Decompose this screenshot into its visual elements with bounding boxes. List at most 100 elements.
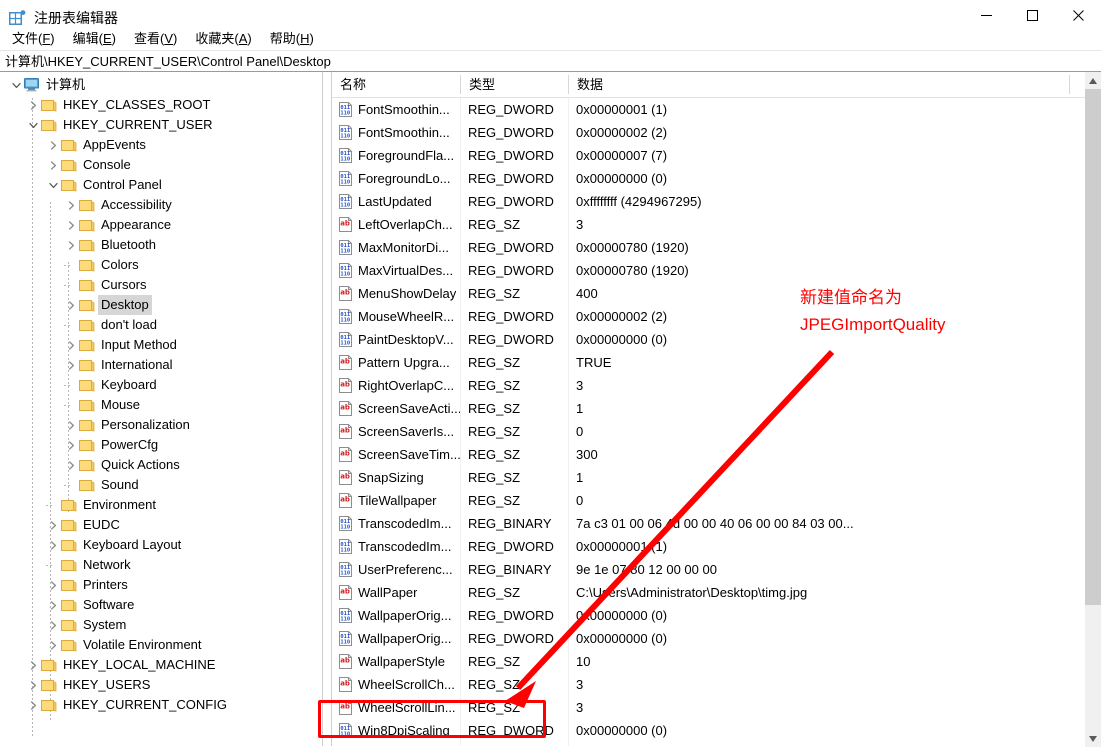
menu-item-1[interactable]: 文件(F)	[6, 29, 61, 49]
tree-node-system[interactable]: System	[0, 615, 322, 635]
value-row[interactable]: ab WallPaper REG_SZ C:\Users\Administrator\…	[332, 581, 1086, 604]
value-row[interactable]: 011 110 WallpaperOrig... REG_DWORD 0x0000000…	[332, 604, 1086, 627]
chevron-right-icon[interactable]	[45, 595, 61, 615]
tree-node-cursors[interactable]: Cursors	[0, 275, 322, 295]
tree-node-hkey-classes-root[interactable]: HKEY_CLASSES_ROOT	[0, 95, 322, 115]
chevron-right-icon[interactable]	[63, 295, 79, 315]
value-row[interactable]: ab SnapSizing REG_SZ 1	[332, 466, 1086, 489]
chevron-right-icon[interactable]	[45, 135, 61, 155]
chevron-right-icon[interactable]	[45, 515, 61, 535]
value-row[interactable]: 011 110 UserPreferenc... REG_BINARY 9e 1e 07…	[332, 558, 1086, 581]
menu-item-3[interactable]: 查看(V)	[128, 29, 183, 49]
tree-node-console[interactable]: Console	[0, 155, 322, 175]
chevron-right-icon[interactable]	[25, 675, 41, 695]
tree-node-printers[interactable]: Printers	[0, 575, 322, 595]
menu-item-4[interactable]: 收藏夹(A)	[189, 29, 257, 49]
pane-splitter[interactable]	[322, 72, 332, 746]
tree-node-personalization[interactable]: Personalization	[0, 415, 322, 435]
tree-node-计算机[interactable]: 计算机	[0, 75, 322, 95]
menu-item-5[interactable]: 帮助(H)	[264, 29, 320, 49]
tree-node-control-panel[interactable]: Control Panel	[0, 175, 322, 195]
chevron-down-icon[interactable]	[25, 115, 41, 135]
scroll-down-arrow-icon[interactable]	[1085, 730, 1101, 747]
value-row[interactable]: ab WheelScrollCh... REG_SZ 3	[332, 673, 1086, 696]
chevron-right-icon[interactable]	[45, 615, 61, 635]
value-row[interactable]: 011 110 WallpaperOrig... REG_DWORD 0x0000000…	[332, 627, 1086, 650]
tree-node-bluetooth[interactable]: Bluetooth	[0, 235, 322, 255]
chevron-right-icon[interactable]	[25, 655, 41, 675]
registry-tree-pane[interactable]: 计算机 HKEY_CLASSES_ROOT HKEY_CURRENT_USER App…	[0, 72, 322, 746]
chevron-right-icon[interactable]	[63, 235, 79, 255]
tree-node-desktop[interactable]: Desktop	[0, 295, 322, 315]
value-row[interactable]: ab ScreenSaverIs... REG_SZ 0	[332, 420, 1086, 443]
tree-node-keyboard-layout[interactable]: Keyboard Layout	[0, 535, 322, 555]
value-row[interactable]: 011 110 LastUpdated REG_DWORD 0xffffffff (42…	[332, 190, 1086, 213]
scrollbar-thumb[interactable]	[1085, 89, 1101, 605]
maximize-button[interactable]	[1009, 0, 1055, 30]
value-row[interactable]: abWindowArrang...REG_SZ1	[332, 742, 1086, 746]
value-row[interactable]: ab LeftOverlapCh... REG_SZ 3	[332, 213, 1086, 236]
chevron-right-icon[interactable]	[25, 95, 41, 115]
chevron-right-icon[interactable]	[63, 435, 79, 455]
value-row[interactable]: 011 110 TranscodedIm... REG_DWORD 0x00000001…	[332, 535, 1086, 558]
registry-values-pane[interactable]: 名称 类型 数据 011 110 FontSmoothin... REG_DWORD 0…	[332, 72, 1086, 746]
value-row[interactable]: ab TileWallpaper REG_SZ 0	[332, 489, 1086, 512]
column-divider-3[interactable]	[1069, 75, 1070, 94]
value-row[interactable]: 011 110 MouseWheelR... REG_DWORD 0x00000002 …	[332, 305, 1086, 328]
value-row[interactable]: 011 110 FontSmoothin... REG_DWORD 0x00000001…	[332, 98, 1086, 121]
tree-node-volatile-environment[interactable]: Volatile Environment	[0, 635, 322, 655]
column-header-name[interactable]: 名称	[332, 72, 468, 97]
value-row[interactable]: ab RightOverlapC... REG_SZ 3	[332, 374, 1086, 397]
value-row[interactable]: 011 110 ForegroundLo... REG_DWORD 0x00000000…	[332, 167, 1086, 190]
value-row[interactable]: ab ScreenSaveActi... REG_SZ 1	[332, 397, 1086, 420]
minimize-button[interactable]	[963, 0, 1009, 30]
tree-node-input-method[interactable]: Input Method	[0, 335, 322, 355]
chevron-down-icon[interactable]	[45, 175, 61, 195]
value-row[interactable]: ab WallpaperStyle REG_SZ 10	[332, 650, 1086, 673]
tree-node-keyboard[interactable]: Keyboard	[0, 375, 322, 395]
chevron-right-icon[interactable]	[63, 215, 79, 235]
value-row[interactable]: 011 110 TranscodedIm... REG_BINARY 7a c3 01 …	[332, 512, 1086, 535]
chevron-right-icon[interactable]	[45, 635, 61, 655]
chevron-right-icon[interactable]	[63, 455, 79, 475]
tree-node-appevents[interactable]: AppEvents	[0, 135, 322, 155]
tree-node-appearance[interactable]: Appearance	[0, 215, 322, 235]
value-row[interactable]: 011 110 MaxMonitorDi... REG_DWORD 0x00000780…	[332, 236, 1086, 259]
tree-node-network[interactable]: Network	[0, 555, 322, 575]
value-row[interactable]: ab Pattern Upgra... REG_SZ TRUE	[332, 351, 1086, 374]
chevron-down-icon[interactable]	[8, 75, 24, 95]
value-row[interactable]: 011 110 ForegroundFla... REG_DWORD 0x0000000…	[332, 144, 1086, 167]
tree-node-quick-actions[interactable]: Quick Actions	[0, 455, 322, 475]
value-row[interactable]: 011 110 Win8DpiScaling REG_DWORD 0x00000000 …	[332, 719, 1086, 742]
tree-node-colors[interactable]: Colors	[0, 255, 322, 275]
tree-node-hkey-local-machine[interactable]: HKEY_LOCAL_MACHINE	[0, 655, 322, 675]
address-bar[interactable]: 计算机\HKEY_CURRENT_USER\Control Panel\Desk…	[0, 50, 1101, 73]
tree-node-hkey-current-user[interactable]: HKEY_CURRENT_USER	[0, 115, 322, 135]
tree-node-environment[interactable]: Environment	[0, 495, 322, 515]
tree-node-mouse[interactable]: Mouse	[0, 395, 322, 415]
value-row[interactable]: 011 110 FontSmoothin... REG_DWORD 0x00000002…	[332, 121, 1086, 144]
tree-node-hkey-current-config[interactable]: HKEY_CURRENT_CONFIG	[0, 695, 322, 715]
chevron-right-icon[interactable]	[45, 155, 61, 175]
value-row[interactable]: ab MenuShowDelay REG_SZ 400	[332, 282, 1086, 305]
vertical-scrollbar[interactable]	[1085, 72, 1101, 747]
chevron-right-icon[interactable]	[63, 355, 79, 375]
tree-node-don-t-load[interactable]: don't load	[0, 315, 322, 335]
value-row[interactable]: 011 110 MaxVirtualDes... REG_DWORD 0x0000078…	[332, 259, 1086, 282]
chevron-right-icon[interactable]	[63, 195, 79, 215]
tree-node-international[interactable]: International	[0, 355, 322, 375]
tree-node-software[interactable]: Software	[0, 595, 322, 615]
tree-node-sound[interactable]: Sound	[0, 475, 322, 495]
value-row[interactable]: 011 110 PaintDesktopV... REG_DWORD 0x0000000…	[332, 328, 1086, 351]
value-row[interactable]: ab WheelScrollLin... REG_SZ 3	[332, 696, 1086, 719]
tree-node-powercfg[interactable]: PowerCfg	[0, 435, 322, 455]
value-row[interactable]: ab ScreenSaveTim... REG_SZ 300	[332, 443, 1086, 466]
column-header-data[interactable]: 数据	[569, 72, 1077, 97]
chevron-right-icon[interactable]	[45, 575, 61, 595]
column-header-type[interactable]: 类型	[461, 72, 576, 97]
chevron-right-icon[interactable]	[63, 415, 79, 435]
tree-node-accessibility[interactable]: Accessibility	[0, 195, 322, 215]
close-button[interactable]	[1055, 0, 1101, 30]
scroll-up-arrow-icon[interactable]	[1085, 72, 1101, 89]
menu-item-2[interactable]: 编辑(E)	[67, 29, 122, 49]
